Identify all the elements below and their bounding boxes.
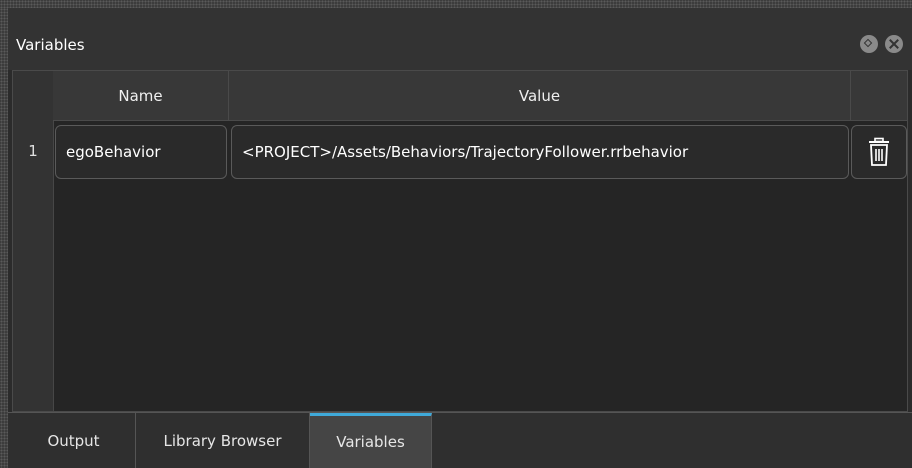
panel-title: Variables [16,36,85,54]
dock-icon[interactable] [860,35,878,53]
panel-grip-left[interactable] [0,8,8,468]
panel-header [8,8,912,70]
column-header-actions [851,71,907,121]
row-index[interactable]: 1 [13,123,53,179]
column-header-name[interactable]: Name [53,71,229,121]
column-header-value[interactable]: Value [229,71,851,121]
panel-tab-bar: Output Library Browser Variables [8,412,912,468]
tab-library-browser[interactable]: Library Browser [136,413,310,468]
variable-value-field[interactable]: <PROJECT>/Assets/Behaviors/TrajectoryFol… [231,125,849,179]
close-icon[interactable] [885,35,903,53]
trash-icon [869,137,889,166]
row-number-column [13,71,54,411]
tab-output[interactable]: Output [12,413,136,468]
delete-variable-button[interactable] [851,125,907,179]
tab-variables[interactable]: Variables [310,413,432,468]
panel-grip-top[interactable] [0,0,912,8]
variable-name-field[interactable]: egoBehavior [55,125,227,179]
variables-table: Name Value 1 egoBehavior <PROJECT>/Asset… [12,70,908,412]
